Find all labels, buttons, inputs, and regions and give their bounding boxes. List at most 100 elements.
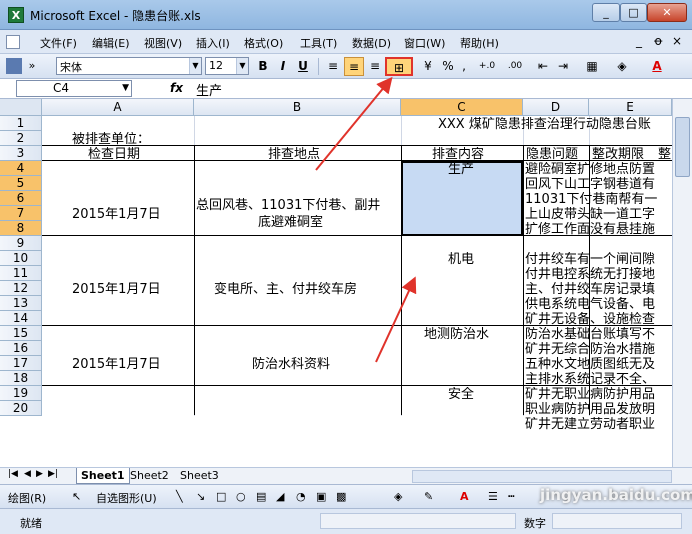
issue-cell[interactable]: 供电系统电气设备、电 [525, 297, 671, 312]
column-header-b[interactable]: B [194, 99, 401, 116]
decrease-decimal-button[interactable]: .00 +.0 [502, 57, 528, 89]
draw-menu-button[interactable]: 绘图(R) [8, 490, 46, 506]
bold-button[interactable]: B [254, 57, 272, 76]
select-all-corner[interactable] [0, 99, 42, 116]
first-sheet-icon[interactable]: |◀ [8, 469, 18, 479]
header-date[interactable]: 检查日期 [88, 147, 140, 162]
next-sheet-icon[interactable]: ▶ [36, 469, 43, 479]
doc-close-button[interactable]: × [672, 34, 682, 48]
row-header[interactable]: 1 [0, 116, 42, 131]
issue-cell[interactable]: 上山皮带头缺一道工字 [525, 207, 671, 222]
issue-cell[interactable]: 矿井无职业病防护用品 [525, 387, 671, 402]
menu-tools[interactable]: 工具(T) [300, 35, 337, 51]
issue-cell[interactable]: 付井电控系统无打接地 [525, 267, 671, 282]
clipart-icon[interactable]: ▣ [316, 490, 326, 503]
minimize-button[interactable]: _ [592, 3, 620, 22]
column-header-e[interactable]: E [589, 99, 672, 116]
menu-view[interactable]: 视图(V) [144, 35, 182, 51]
last-sheet-icon[interactable]: ▶| [48, 469, 58, 479]
align-left-icon[interactable]: ≡ [324, 57, 342, 76]
place-cell[interactable]: 总回风巷、11031下付巷、副井 [196, 198, 380, 213]
header-place[interactable]: 排查地点 [268, 147, 320, 162]
row-header[interactable]: 2 [0, 131, 42, 146]
currency-icon[interactable]: ¥ [418, 57, 438, 76]
name-box[interactable]: C4 ▼ [16, 80, 132, 97]
decrease-indent-icon[interactable]: ⇤ [534, 57, 552, 76]
date-cell[interactable]: 2015年1月7日 [72, 357, 161, 372]
menu-window[interactable]: 窗口(W) [404, 35, 445, 51]
header-deadline[interactable]: 整改期限 [592, 147, 644, 162]
table-title[interactable]: XXX 煤矿隐患排查治理行动隐患台账 [438, 117, 651, 132]
fill-color-icon[interactable]: ◈ [610, 57, 634, 76]
formula-input[interactable]: 生产 [196, 80, 222, 99]
align-center-icon[interactable]: ≡ [344, 57, 364, 76]
increase-indent-icon[interactable]: ⇥ [554, 57, 572, 76]
font-color-button[interactable]: A [644, 57, 670, 76]
issue-cell[interactable]: 职业病防护用品发放明 [525, 402, 671, 417]
issue-cell[interactable]: 矿井无建立劳动者职业 [525, 417, 671, 432]
row-header[interactable]: 18 [0, 371, 42, 386]
content-cell[interactable]: 安全 [448, 387, 474, 402]
font-name-select[interactable]: 宋体 ▼ [56, 57, 202, 75]
merge-and-center-button[interactable]: ⊞ [385, 57, 413, 76]
row-header[interactable]: 6 [0, 191, 42, 206]
issue-cell[interactable]: 主排水系统记录不全、 [525, 372, 671, 387]
maximize-button[interactable]: □ [620, 3, 647, 22]
menu-data[interactable]: 数据(D) [352, 35, 391, 51]
row-header[interactable]: 8 [0, 221, 42, 236]
issue-cell[interactable]: 五种水文地质图纸无及 [525, 357, 671, 372]
row-header[interactable]: 20 [0, 401, 42, 416]
diagram-icon[interactable]: ◔ [296, 490, 306, 503]
increase-decimal-button[interactable]: +.0 .00 [474, 57, 500, 89]
issue-cell[interactable]: 主、付井绞车房记录填 [525, 282, 671, 297]
comma-button[interactable]: , [458, 57, 470, 76]
autoshape-menu-button[interactable]: 自选图形(U) [96, 490, 157, 506]
fill-color-icon[interactable]: ◈ [394, 490, 402, 503]
worksheet-grid[interactable]: A B C D E 1 2 3 4 5 6 7 8 9 10 11 12 13 … [0, 99, 692, 467]
content-cell[interactable]: 机电 [448, 252, 474, 267]
date-cell[interactable]: 2015年1月7日 [72, 282, 161, 297]
content-cell[interactable]: 地测防治水 [424, 327, 489, 342]
row-header[interactable]: 7 [0, 206, 42, 221]
place-cell[interactable]: 防治水科资料 [252, 357, 330, 372]
function-icon[interactable]: fx [170, 81, 183, 95]
column-header-a[interactable]: A [42, 99, 194, 116]
close-button[interactable]: ✕ [647, 3, 687, 22]
align-right-icon[interactable]: ≡ [366, 57, 384, 76]
line-color-icon[interactable]: ✎ [424, 490, 433, 503]
issue-cell[interactable]: 防治水基础台账填写不 [525, 327, 671, 342]
row-header[interactable]: 4 [0, 161, 42, 176]
tab-sheet2[interactable]: Sheet2 [126, 468, 173, 484]
workbook-icon[interactable] [6, 35, 20, 49]
menu-insert[interactable]: 插入(I) [196, 35, 230, 51]
row-header[interactable]: 17 [0, 356, 42, 371]
column-header-c[interactable]: C [401, 99, 523, 116]
doc-minimize-button[interactable]: _ [636, 34, 642, 48]
arrow-icon[interactable]: ↘ [196, 490, 205, 503]
header-more[interactable]: 整 [658, 147, 671, 162]
row-header[interactable]: 15 [0, 326, 42, 341]
row-header[interactable]: 5 [0, 176, 42, 191]
menu-format[interactable]: 格式(O) [244, 35, 283, 51]
line-style-icon[interactable]: ☰ [488, 490, 498, 503]
row-header[interactable]: 10 [0, 251, 42, 266]
italic-button[interactable]: I [274, 57, 292, 76]
menu-help[interactable]: 帮助(H) [460, 35, 499, 51]
issue-cell[interactable]: 避险硐室扩修地点防置 [525, 162, 671, 177]
vertical-scrollbar[interactable] [672, 99, 692, 467]
date-cell[interactable]: 2015年1月7日 [72, 207, 161, 222]
select-objects-icon[interactable]: ↖ [72, 490, 81, 503]
wordart-icon[interactable]: ◢ [276, 490, 284, 503]
scroll-thumb[interactable] [675, 117, 690, 177]
row-header[interactable]: 16 [0, 341, 42, 356]
header-content[interactable]: 排查内容 [432, 147, 484, 162]
place-cell[interactable]: 底避难硐室 [258, 215, 323, 230]
toolbar-options-icon[interactable]: » [24, 58, 40, 74]
percent-button[interactable]: % [440, 57, 456, 76]
font-size-select[interactable]: 12 ▼ [205, 57, 249, 75]
row-header[interactable]: 9 [0, 236, 42, 251]
header-issue[interactable]: 隐患问题 [526, 147, 578, 162]
content-cell[interactable]: 生产 [448, 162, 474, 177]
place-cell[interactable]: 变电所、主、付井绞车房 [214, 282, 357, 297]
dash-style-icon[interactable]: ┅ [508, 490, 515, 503]
